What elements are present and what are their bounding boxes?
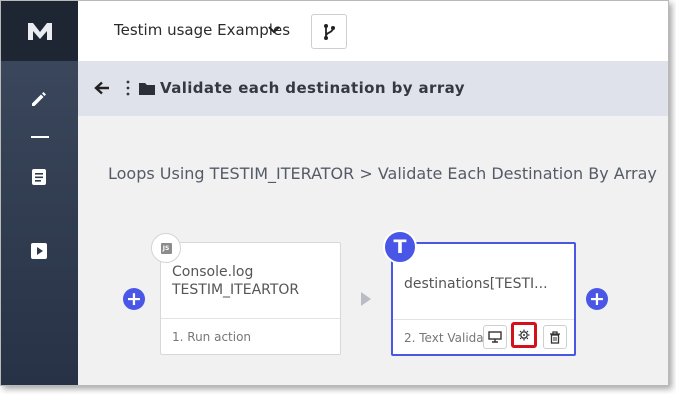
back-arrow-icon[interactable] xyxy=(94,81,110,95)
step-card-run-action[interactable]: Console.log TESTIM_ITEARTOR 1. Run actio… xyxy=(160,242,341,355)
step-description: Console.log TESTIM_ITEARTOR xyxy=(172,263,299,299)
pencil-icon[interactable] xyxy=(29,89,49,109)
sidebar xyxy=(1,1,78,385)
js-label: JS xyxy=(160,242,172,254)
top-header: Testim usage Examples xyxy=(78,1,668,62)
project-selector[interactable]: Testim usage Examples xyxy=(114,21,290,39)
delete-step-button[interactable] xyxy=(543,325,567,349)
screenshot-button[interactable] xyxy=(483,325,507,349)
trash-icon xyxy=(550,330,560,344)
add-step-button[interactable]: + xyxy=(123,288,145,310)
breadcrumb: Loops Using TESTIM_ITERATOR > Validate E… xyxy=(108,164,657,183)
m-logo-icon xyxy=(27,23,52,40)
list-icon[interactable] xyxy=(29,167,49,187)
text-validation-badge-icon: T xyxy=(383,230,417,264)
folder-icon xyxy=(139,83,155,95)
more-options-icon[interactable] xyxy=(126,79,130,97)
sidebar-divider xyxy=(31,136,49,138)
app-window: Testim usage Examples Validate each dest… xyxy=(0,0,669,386)
chevron-down-icon[interactable] xyxy=(268,25,280,35)
app-logo[interactable] xyxy=(1,1,78,61)
gear-icon xyxy=(518,329,530,341)
flow-arrow-icon xyxy=(361,292,371,306)
step-card-body: destinations[TESTI... xyxy=(393,244,574,320)
step-label: 1. Run action xyxy=(172,330,252,344)
play-icon[interactable] xyxy=(29,241,49,261)
step-card-text-validation[interactable]: destinations[TESTI... 2. Text Validation xyxy=(391,242,576,356)
step-settings-button[interactable] xyxy=(511,322,537,348)
branch-icon xyxy=(324,23,335,40)
step-card-body: Console.log TESTIM_ITEARTOR xyxy=(161,243,340,319)
monitor-icon xyxy=(488,331,502,343)
step-line-1: destinations[TESTI... xyxy=(404,276,548,292)
step-line-2: TESTIM_ITEARTOR xyxy=(172,282,300,298)
js-badge-icon: JS xyxy=(151,233,181,263)
test-header: Validate each destination by array xyxy=(78,61,668,116)
branch-button[interactable] xyxy=(311,14,347,49)
step-line-1: Console.log xyxy=(172,264,254,280)
add-step-button[interactable]: + xyxy=(586,288,608,310)
test-title: Validate each destination by array xyxy=(160,79,465,97)
